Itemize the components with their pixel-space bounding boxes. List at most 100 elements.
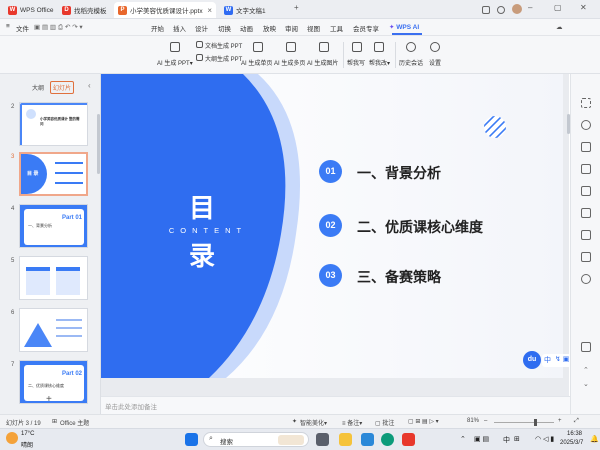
- taskbar-search-box[interactable]: ⌕ 搜索: [203, 432, 309, 447]
- clock-time[interactable]: 16:38: [567, 431, 582, 437]
- ime-logo-icon[interactable]: du: [523, 351, 541, 369]
- ime-lang-indicator[interactable]: 中: [544, 355, 551, 365]
- outline-to-ppt-button[interactable]: 大纲生成 PPT: [205, 54, 242, 63]
- menu-slideshow[interactable]: 放映: [263, 23, 276, 33]
- zoom-in-icon[interactable]: +: [558, 418, 562, 424]
- zoom-slider-handle[interactable]: [534, 419, 537, 426]
- edge-browser-icon[interactable]: [381, 433, 394, 446]
- maximize-icon[interactable]: ▢: [554, 3, 562, 12]
- ai-generate-ppt-button[interactable]: AI 生成 PPT▾: [157, 58, 193, 67]
- sidebar-image-icon[interactable]: [581, 208, 591, 218]
- sidebar-settings-icon[interactable]: [581, 274, 591, 284]
- tab-slides[interactable]: 幻灯片: [50, 81, 75, 94]
- panel-scrollbar[interactable]: [97, 114, 100, 174]
- notes-pane[interactable]: 单击此处添加备注: [101, 396, 570, 414]
- sidebar-grid-icon[interactable]: [581, 342, 591, 352]
- sidebar-transform-icon[interactable]: [581, 186, 591, 196]
- view-mode-icons[interactable]: ▢ ⊞ ▤ ▷ ▾: [408, 418, 439, 425]
- wps-ai-label: WPS AI: [396, 24, 420, 31]
- minimize-icon[interactable]: –: [528, 3, 532, 12]
- close-window-icon[interactable]: ✕: [580, 3, 587, 12]
- slide-title-top: 目: [189, 194, 216, 224]
- quick-access-icons[interactable]: ▣ ▤ ▥ ⎙ ↶ ↷ ▾: [34, 23, 83, 32]
- history-button[interactable]: 历史会话: [399, 58, 423, 67]
- file-menu[interactable]: 文件: [16, 23, 29, 33]
- new-tab-icon[interactable]: +: [294, 3, 299, 12]
- task-view-icon[interactable]: [316, 433, 329, 446]
- menu-animation[interactable]: 动画: [240, 23, 253, 33]
- weather-icon[interactable]: [6, 432, 18, 444]
- slide-thumbnail-3-selected[interactable]: 目 录: [19, 152, 88, 196]
- thumb-line: [56, 327, 82, 329]
- slide[interactable]: 目 CONTENT 录 01 一、背景分析 02 二、优质课核心维度 03 三、…: [101, 74, 563, 378]
- fit-window-icon[interactable]: ⤢: [574, 418, 579, 425]
- file-explorer-icon[interactable]: [339, 433, 352, 446]
- window-layout-icon[interactable]: [482, 6, 490, 14]
- menu-wps-ai[interactable]: ✦ WPS AI: [389, 23, 419, 31]
- comments-button[interactable]: ▢ 批注: [375, 418, 394, 427]
- zoom-out-icon[interactable]: –: [484, 418, 487, 424]
- slide-count: 幻灯片 3 / 19: [6, 421, 41, 427]
- slide-thumbnail-5[interactable]: [19, 256, 88, 300]
- clock-date[interactable]: 2025/3/7: [560, 440, 583, 446]
- slide-thumbnail-2[interactable]: 小学美容优质课计 整的需问: [19, 102, 88, 146]
- notes-toggle-button[interactable]: ≡ 备注▾: [342, 418, 362, 427]
- sidebar-copy-icon[interactable]: [581, 142, 591, 152]
- sidebar-chart-icon[interactable]: [581, 252, 591, 262]
- network-volume-battery-icons[interactable]: ◠ ◁ ▮: [535, 435, 554, 443]
- avatar[interactable]: [512, 4, 522, 14]
- zoom-level[interactable]: 81%: [467, 418, 479, 424]
- slide-thumbnail-7[interactable]: 二、优质课核心维度 Part 02: [19, 360, 88, 404]
- doc-to-ppt-button[interactable]: 文档生成 PPT: [205, 41, 242, 50]
- zoom-slider[interactable]: [494, 422, 554, 423]
- ai-image-button[interactable]: AI 生成图片: [307, 58, 338, 67]
- menu-member[interactable]: 会员专享: [353, 23, 379, 33]
- status-bar: 幻灯片 3 / 19 ⊞ Office 主题 ✦ 智能美化▾ ≡ 备注▾ ▢ 批…: [0, 414, 600, 428]
- wps-taskbar-icon[interactable]: [402, 433, 415, 446]
- ime-mode-icon[interactable]: ⊞: [514, 435, 520, 443]
- tray-icons[interactable]: ▣ ▤: [474, 435, 489, 443]
- notification-bell-icon[interactable]: 🔔: [590, 435, 599, 443]
- help-write-button[interactable]: 帮我写: [347, 58, 365, 67]
- menu-transition[interactable]: 切换: [218, 23, 231, 33]
- settings-button[interactable]: 设置: [429, 58, 441, 67]
- tab-wps-office[interactable]: W WPS Office: [4, 2, 56, 18]
- cloud-sync-icon[interactable]: ☁: [556, 23, 563, 31]
- tab-outline[interactable]: 大纲: [32, 83, 44, 92]
- close-tab-icon[interactable]: ×: [207, 6, 212, 15]
- sidebar-select-icon[interactable]: [581, 98, 591, 108]
- tab-template[interactable]: D 找稻壳模板: [58, 2, 114, 18]
- slide-thumbnail-4[interactable]: 一、背景分析 Part 01: [19, 204, 88, 248]
- smart-beautify-button[interactable]: 智能美化▾: [300, 418, 327, 427]
- skin-icon[interactable]: [497, 6, 505, 14]
- menu-design[interactable]: 设计: [195, 23, 208, 33]
- scroll-up-icon[interactable]: ⌃: [583, 366, 589, 374]
- tab-pptx-document[interactable]: P 小学美容优质课设计.pptx ×: [114, 2, 216, 18]
- menu-view[interactable]: 视图: [307, 23, 320, 33]
- sidebar-shape-icon[interactable]: [581, 120, 591, 130]
- menu-review[interactable]: 审阅: [285, 23, 298, 33]
- ai-single-page-button[interactable]: AI 生成单页: [241, 58, 272, 67]
- menu-insert[interactable]: 插入: [173, 23, 186, 33]
- tab-word-document[interactable]: W 文字文稿1: [220, 2, 290, 18]
- help-edit-button[interactable]: 帮我改▾: [369, 58, 390, 67]
- sidebar-table-icon[interactable]: [581, 230, 591, 240]
- thumb-card: [56, 267, 80, 295]
- menu-tools[interactable]: 工具: [330, 23, 343, 33]
- slide-thumbnail-6[interactable]: [19, 308, 88, 352]
- store-icon[interactable]: [361, 433, 374, 446]
- windows-taskbar: 17°C 晴朗 ⌕ 搜索 ⌃ ▣ ▤ 中 ⊞ ◠ ◁ ▮ 16:38 2025/…: [0, 428, 600, 450]
- weather-desc: 晴朗: [21, 443, 34, 449]
- add-slide-button[interactable]: +: [46, 394, 52, 405]
- windows-start-icon[interactable]: [185, 433, 198, 446]
- sidebar-layout-icon[interactable]: [581, 164, 591, 174]
- show-hidden-icons[interactable]: ⌃: [460, 435, 466, 443]
- input-language[interactable]: 中: [503, 435, 510, 445]
- ai-multi-page-button[interactable]: AI 生成多页: [274, 58, 305, 67]
- collapse-panel-icon[interactable]: ‹: [88, 81, 91, 90]
- comment-icon: ▢: [375, 421, 381, 427]
- hamburger-icon[interactable]: ≡: [6, 23, 10, 30]
- search-icon: ⌕: [209, 435, 213, 442]
- menu-home[interactable]: 开始: [151, 23, 164, 33]
- scroll-down-icon[interactable]: ⌄: [583, 380, 589, 388]
